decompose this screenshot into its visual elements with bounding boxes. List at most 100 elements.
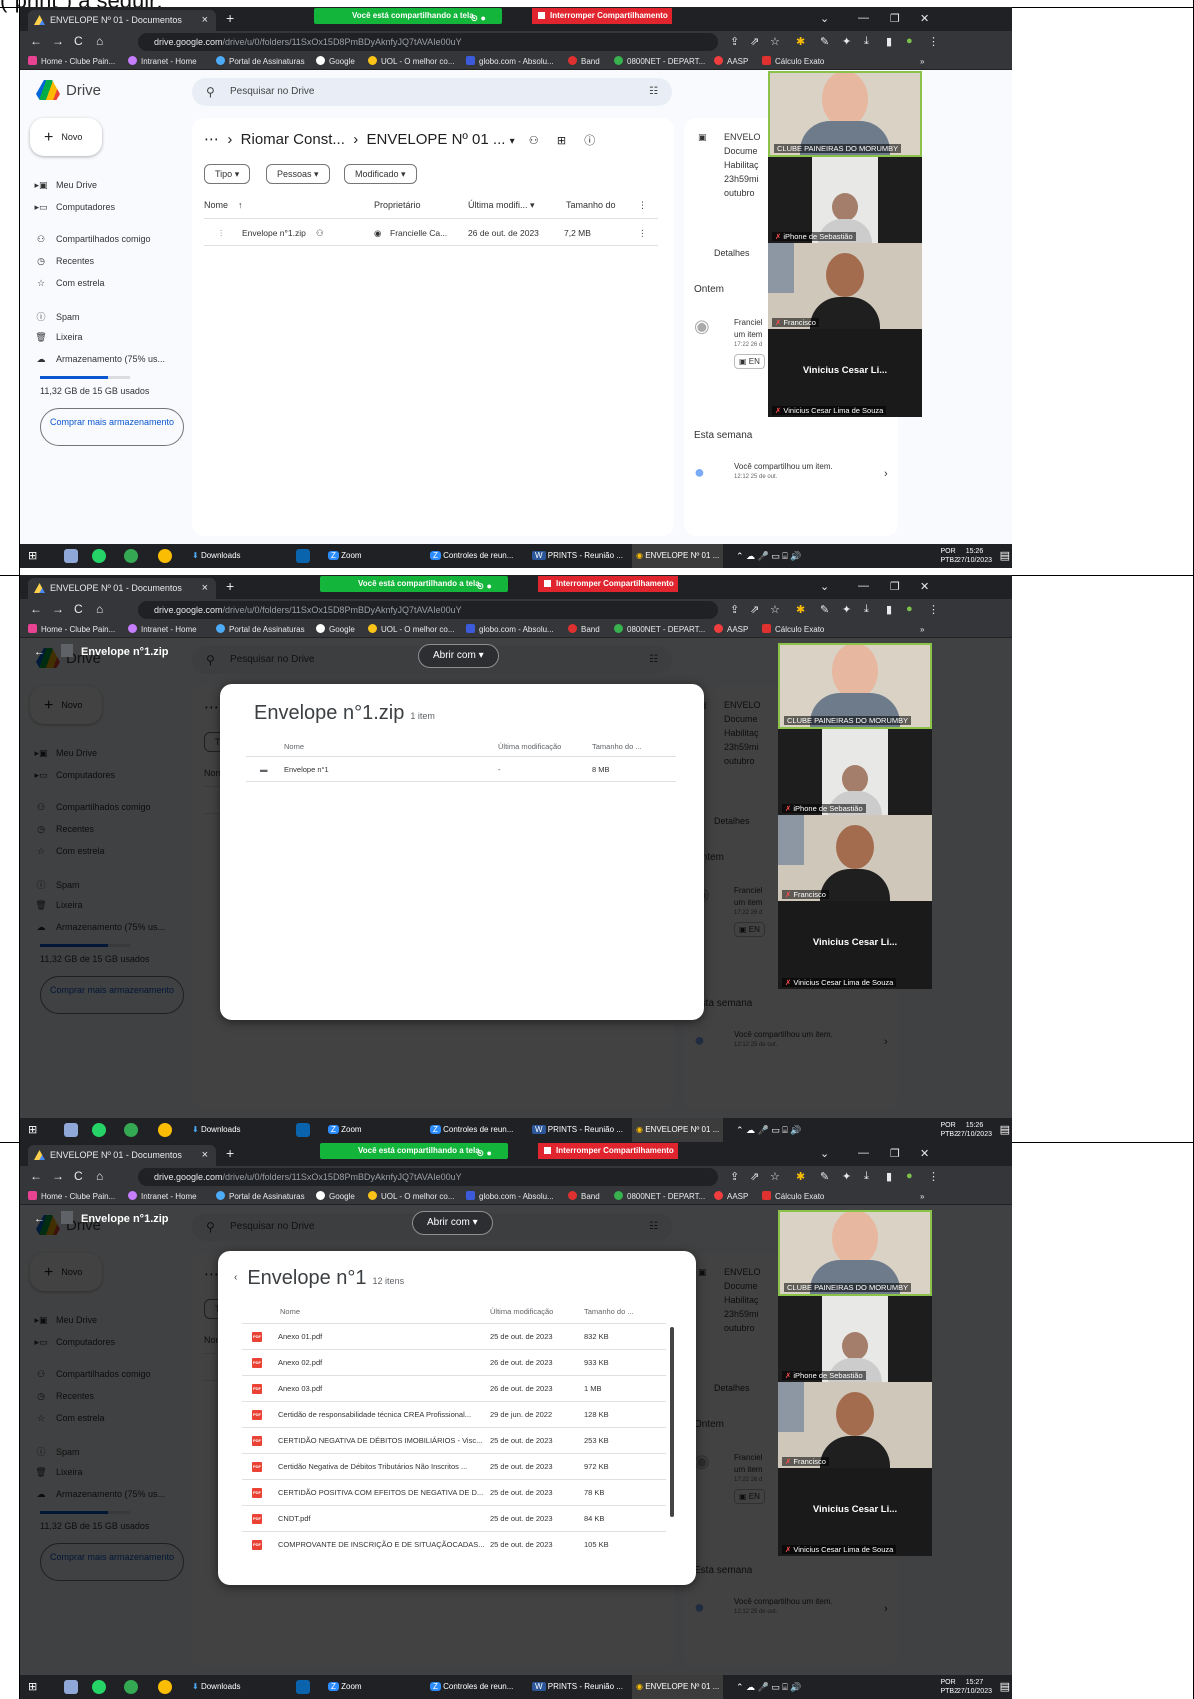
- bookmark-item[interactable]: Band: [568, 621, 600, 638]
- minimize-icon[interactable]: —: [858, 12, 869, 24]
- whatsapp-icon[interactable]: [92, 549, 106, 563]
- video-tile[interactable]: Vinicius Cesar Li... ✗ Vinicius Cesar Lim…: [778, 901, 932, 989]
- bookmark-item[interactable]: Google: [316, 1188, 355, 1205]
- sidebar-item-shared[interactable]: ⚇ Compartilhados comigo: [34, 234, 151, 245]
- app-icon[interactable]: [64, 549, 78, 563]
- install-icon[interactable]: ⇪: [730, 1170, 739, 1183]
- bookmark-item[interactable]: Cálculo Exato: [762, 1188, 824, 1205]
- video-tile[interactable]: CLUBE PAINEIRAS DO MORUMBY: [768, 71, 922, 157]
- minimize-icon[interactable]: —: [858, 580, 869, 592]
- tab-search-icon[interactable]: ⌄: [820, 580, 829, 593]
- notifications-icon[interactable]: ▤: [1000, 1118, 1010, 1142]
- profile-avatar-icon[interactable]: ●: [906, 35, 913, 47]
- sidebar-item-spam[interactable]: ⓘ Spam: [34, 310, 79, 323]
- bookmark-item[interactable]: AASP: [714, 1188, 748, 1205]
- install-icon[interactable]: ⇪: [730, 603, 739, 616]
- back-icon[interactable]: ←: [30, 34, 42, 48]
- taskbar-zoom[interactable]: Z Zoom: [328, 1675, 362, 1699]
- new-tab-icon[interactable]: +: [226, 10, 234, 26]
- sidebar-item-recent[interactable]: ◷ Recentes: [34, 256, 94, 267]
- bookmark-item[interactable]: UOL - O melhor co...: [368, 1188, 455, 1205]
- side-panel-icon[interactable]: ▮: [886, 35, 892, 48]
- video-tile[interactable]: ✗ iPhone de Sebastião: [778, 729, 932, 815]
- extensions-puzzle-icon[interactable]: ✦: [842, 1170, 851, 1183]
- taskbar-downloads[interactable]: ⬇ Downloads: [192, 1675, 241, 1699]
- search-input[interactable]: ⚲ Pesquisar no Drive ☷: [192, 78, 672, 106]
- more-bookmarks-icon[interactable]: »: [920, 53, 924, 70]
- home-icon[interactable]: ⌂: [96, 602, 103, 616]
- video-tile[interactable]: ✗ iPhone de Sebastião: [768, 157, 922, 243]
- taskbar-chrome-active[interactable]: ◉ ENVELOPE Nº 01 ...: [632, 544, 724, 568]
- browser-tab[interactable]: ENVELOPE Nº 01 - Documentos ×: [28, 578, 216, 599]
- buy-storage-button[interactable]: Comprar mais armazenamento: [40, 408, 184, 446]
- taskbar-word[interactable]: W PRINTS - Reunião ...: [532, 544, 623, 568]
- bookmark-star-icon[interactable]: ☆: [770, 35, 780, 48]
- back-icon[interactable]: ←: [30, 1169, 42, 1183]
- windows-start-icon[interactable]: ⊞: [28, 1675, 37, 1699]
- reload-icon[interactable]: C: [74, 34, 83, 48]
- bookmark-item[interactable]: Band: [568, 1188, 600, 1205]
- breadcrumb-ellipsis[interactable]: ⋯: [204, 131, 219, 148]
- stop-sharing-button[interactable]: Interromper Compartilhamento: [532, 8, 672, 24]
- taskbar-word[interactable]: W PRINTS - Reunião ...: [532, 1118, 623, 1142]
- video-tile[interactable]: CLUBE PAINEIRAS DO MORUMBY: [778, 1210, 932, 1296]
- taskbar-zoom[interactable]: Z Zoom: [328, 1118, 362, 1142]
- table-row[interactable]: PDF Anexo 03.pdf 26 de out. de 2023 1 MB: [242, 1375, 666, 1401]
- whatsapp-icon[interactable]: [92, 1680, 106, 1694]
- taskbar-chrome-active[interactable]: ◉ ENVELOPE Nº 01 ...: [632, 1675, 724, 1699]
- clock[interactable]: 15:26 27/10/2023: [957, 1121, 992, 1139]
- open-with-button[interactable]: Abrir com ▾: [418, 644, 499, 668]
- table-row[interactable]: PDF Certidão de responsabilidade técnica …: [242, 1401, 666, 1427]
- extension-icon[interactable]: ✎: [820, 1170, 829, 1183]
- taskbar-zoom-controls[interactable]: Z Controles de reun...: [430, 1118, 513, 1142]
- taskbar-chrome-active[interactable]: ◉ ENVELOPE Nº 01 ...: [632, 1118, 724, 1142]
- bookmark-item[interactable]: 0800NET - DEPART...: [614, 53, 705, 70]
- clock[interactable]: 15:26 27/10/2023: [957, 547, 992, 565]
- bookmark-item[interactable]: Google: [316, 53, 355, 70]
- video-tile[interactable]: ✗ iPhone de Sebastião: [778, 1296, 932, 1382]
- chrome-menu-icon[interactable]: ⋮: [928, 35, 939, 48]
- bookmark-item[interactable]: globo.com - Absolu...: [466, 53, 554, 70]
- bookmark-star-icon[interactable]: ☆: [770, 603, 780, 616]
- new-tab-icon[interactable]: +: [226, 578, 234, 594]
- system-tray-icons[interactable]: ⌃ ☁ 🎤 ▭ ⌸ 🔊: [736, 544, 801, 568]
- breadcrumb-parent[interactable]: Riomar Const...: [241, 131, 345, 148]
- table-row[interactable]: PDF CNDT.pdf 25 de out. de 2023 84 KB: [242, 1505, 666, 1531]
- bookmark-item[interactable]: globo.com - Absolu...: [466, 621, 554, 638]
- close-tab-icon[interactable]: ×: [202, 10, 208, 31]
- tab-details[interactable]: Detalhes: [714, 248, 750, 258]
- scrollbar[interactable]: [670, 1327, 674, 1517]
- share-page-icon[interactable]: ⇗: [750, 35, 759, 48]
- back-arrow-icon[interactable]: ←: [34, 646, 45, 658]
- breadcrumb-current[interactable]: ENVELOPE Nº 01 ...: [367, 131, 506, 148]
- table-row[interactable]: PDF COMPROVANTE DE INSCRIÇÃO E DE SITUAÇÃ…: [242, 1531, 666, 1557]
- windows-start-icon[interactable]: ⊞: [28, 1118, 37, 1142]
- bookmark-item[interactable]: Cálculo Exato: [762, 621, 824, 638]
- sidebar-item-trash[interactable]: 🗑 Lixeira: [34, 332, 82, 343]
- video-tile[interactable]: ✗ Francisco: [768, 243, 922, 329]
- info-icon[interactable]: ⓘ: [584, 135, 595, 147]
- close-tab-icon[interactable]: ×: [202, 578, 208, 599]
- profile-avatar-icon[interactable]: ●: [906, 1170, 913, 1182]
- taskbar-downloads[interactable]: ⬇ Downloads: [192, 1118, 241, 1142]
- notifications-icon[interactable]: ▤: [1000, 544, 1010, 568]
- bookmark-item[interactable]: Intranet - Home: [128, 1188, 197, 1205]
- share-page-icon[interactable]: ⇗: [750, 603, 759, 616]
- table-row[interactable]: PDF Certidão Negativa de Débitos Tributár…: [242, 1453, 666, 1479]
- chrome-menu-icon[interactable]: ⋮: [928, 603, 939, 616]
- close-window-icon[interactable]: ✕: [920, 12, 929, 25]
- table-row[interactable]: ▬ Envelope n°1 - 8 MB: [246, 756, 676, 782]
- bookmark-item[interactable]: Intranet - Home: [128, 53, 197, 70]
- stop-sharing-button[interactable]: Interromper Compartilhamento: [538, 1143, 678, 1159]
- extension-icon[interactable]: ✎: [820, 603, 829, 616]
- home-icon[interactable]: ⌂: [96, 34, 103, 48]
- row-menu-icon[interactable]: ⋮: [638, 219, 647, 247]
- bookmark-item[interactable]: UOL - O melhor co...: [368, 53, 455, 70]
- bookmark-item[interactable]: AASP: [714, 621, 748, 638]
- extensions-puzzle-icon[interactable]: ✦: [842, 603, 851, 616]
- more-options-icon[interactable]: ⋮: [638, 200, 647, 211]
- notifications-icon[interactable]: ▤: [1000, 1675, 1010, 1699]
- table-row[interactable]: ⫶ Envelope n°1.zip ⚇ ◉ Francielle Ca... …: [204, 218, 658, 246]
- url-input[interactable]: drive.google.com/drive/u/0/folders/11SxO…: [138, 601, 718, 619]
- column-size[interactable]: Tamanho do: [566, 200, 616, 210]
